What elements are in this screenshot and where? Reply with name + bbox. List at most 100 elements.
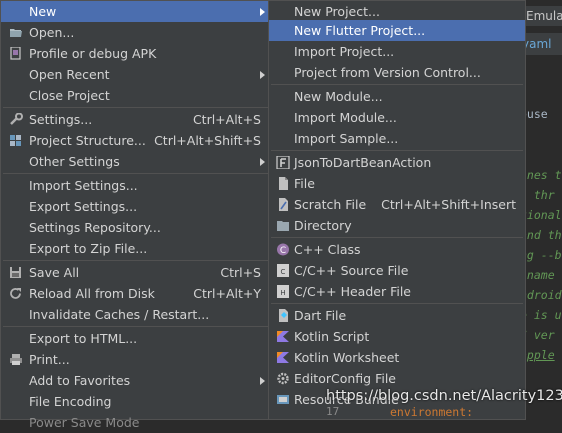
project-structure-icon [10,135,21,146]
menu-item-close-project[interactable]: Close Project [1,85,270,106]
menu-separator [271,237,523,238]
menu-item-label: Add to Favorites [29,373,131,388]
code-line: apple [520,348,555,362]
submenu-arrow-icon [260,8,265,16]
menu-item-reload-all[interactable]: Reload All from Disk Ctrl+Alt+Y [1,283,270,304]
file-menu: New Open... Profile or debug APK Open Re… [0,0,271,430]
line-number: 17 [326,405,340,418]
code-line: s thr [520,188,555,202]
submenu-item-file[interactable]: File [269,173,525,194]
menu-item-label: Import Module... [294,110,397,125]
submenu-item-cpp-class[interactable]: C C++ Class [269,239,525,260]
menu-item-print[interactable]: Print... [1,349,270,370]
submenu-item-new-module[interactable]: New Module... [269,86,525,107]
code-environment-key: environment: [390,405,474,419]
menu-item-label: Import Project... [294,44,395,59]
submenu-item-editorconfig[interactable]: EditorConfig File [269,368,525,389]
resource-bundle-icon [277,395,289,404]
folder-open-icon [10,29,22,37]
wrench-icon [10,113,23,125]
new-submenu: New Project... New Flutter Project... Im… [268,0,526,420]
menu-item-label: Print... [29,352,70,367]
menu-item-label: Profile or debug APK [29,46,157,61]
printer-icon [10,354,22,365]
menu-item-export-settings[interactable]: Export Settings... [1,196,270,217]
menu-item-new[interactable]: New [1,1,270,22]
menu-item-export-html[interactable]: Export to HTML... [1,328,270,349]
menu-separator [3,260,268,261]
code-line: S ver [520,328,555,342]
menu-item-import-settings[interactable]: Import Settings... [1,175,270,196]
submenu-item-new-project[interactable]: New Project... [269,1,525,22]
menu-item-label: Other Settings [29,154,120,169]
code-line: and th [520,228,562,242]
menu-item-label: Settings Repository... [29,220,161,235]
submenu-item-dart-file[interactable]: Dart File [269,305,525,326]
menu-item-label: Settings... [29,112,93,127]
code-line: -name [520,268,555,282]
json-f-icon [276,156,290,169]
submenu-item-directory[interactable]: Directory [269,215,525,236]
menu-item-open[interactable]: Open... [1,22,270,43]
menu-item-label: Save All [29,265,80,280]
menu-item-label: Invalidate Caches / Restart... [29,307,210,322]
svg-text:C: C [281,268,286,276]
submenu-item-json-to-dart[interactable]: JsonToDartBeanAction [269,152,525,173]
menu-item-label: EditorConfig File [294,371,396,386]
menu-item-label: Project Structure... [29,133,146,148]
menu-item-label: Export to HTML... [29,331,138,346]
menu-separator [271,150,523,151]
menu-item-settings-repository[interactable]: Settings Repository... [1,217,270,238]
submenu-arrow-icon [260,158,265,166]
menu-shortcut: Ctrl+Alt+S [192,112,261,127]
submenu-item-new-flutter-project[interactable]: New Flutter Project... [269,20,525,41]
kotlin-icon [277,331,289,342]
submenu-item-cpp-source[interactable]: C C/C++ Source File [269,260,525,281]
submenu-item-kotlin-worksheet[interactable]: Kotlin Worksheet [269,347,525,368]
emulator-tab[interactable]: Emula [522,6,562,26]
apk-file-icon [10,47,21,60]
menu-item-label: C/C++ Source File [294,263,409,278]
menu-item-label: Close Project [29,88,110,103]
menu-item-power-save[interactable]: Power Save Mode [1,412,270,433]
menu-separator [3,107,268,108]
svg-text:H: H [280,289,285,297]
code-line: ines t [520,168,562,182]
submenu-item-import-sample[interactable]: Import Sample... [269,128,525,149]
submenu-item-project-from-vcs[interactable]: Project from Version Control... [269,62,525,83]
menu-item-settings[interactable]: Settings... Ctrl+Alt+S [1,109,270,130]
cpp-source-icon: C [277,264,289,277]
submenu-item-cpp-header[interactable]: H C/C++ Header File [269,281,525,302]
menu-item-file-encoding[interactable]: File Encoding [1,391,270,412]
submenu-item-kotlin-script[interactable]: Kotlin Script [269,326,525,347]
menu-item-label: Kotlin Worksheet [294,350,400,365]
menu-item-label: Dart File [294,308,347,323]
code-line: e is u [520,308,562,322]
kotlin-icon [277,352,289,363]
menu-item-save-all[interactable]: Save All Ctrl+S [1,262,270,283]
menu-item-project-structure[interactable]: Project Structure... Ctrl+Alt+Shift+S [1,130,270,151]
submenu-item-import-module[interactable]: Import Module... [269,107,525,128]
menu-item-open-recent[interactable]: Open Recent [1,64,270,85]
save-icon [10,267,21,278]
menu-item-label: Power Save Mode [29,415,140,430]
menu-item-invalidate-caches[interactable]: Invalidate Caches / Restart... [1,304,270,325]
submenu-item-import-project[interactable]: Import Project... [269,41,525,62]
menu-item-add-favorites[interactable]: Add to Favorites [1,370,270,391]
menu-shortcut: Ctrl+Alt+Y [193,286,261,301]
menu-item-label: Import Settings... [29,178,138,193]
menu-item-label: Export to Zip File... [29,241,148,256]
menu-item-label: Project from Version Control... [294,65,481,80]
cpp-header-icon: H [277,285,289,298]
menu-item-label: C++ Class [294,242,361,257]
menu-item-label: Kotlin Script [294,329,370,344]
menu-item-label: New Flutter Project... [294,23,426,38]
menu-item-export-zip[interactable]: Export to Zip File... [1,238,270,259]
menu-item-label: New [29,4,57,19]
menu-item-other-settings[interactable]: Other Settings [1,151,270,172]
menu-item-profile-apk[interactable]: Profile or debug APK [1,43,270,64]
svg-text:C: C [280,246,286,256]
submenu-item-scratch-file[interactable]: Scratch File Ctrl+Alt+Shift+Insert [269,194,525,215]
folder-icon [277,221,289,231]
menu-shortcut: Ctrl+S [220,265,261,280]
